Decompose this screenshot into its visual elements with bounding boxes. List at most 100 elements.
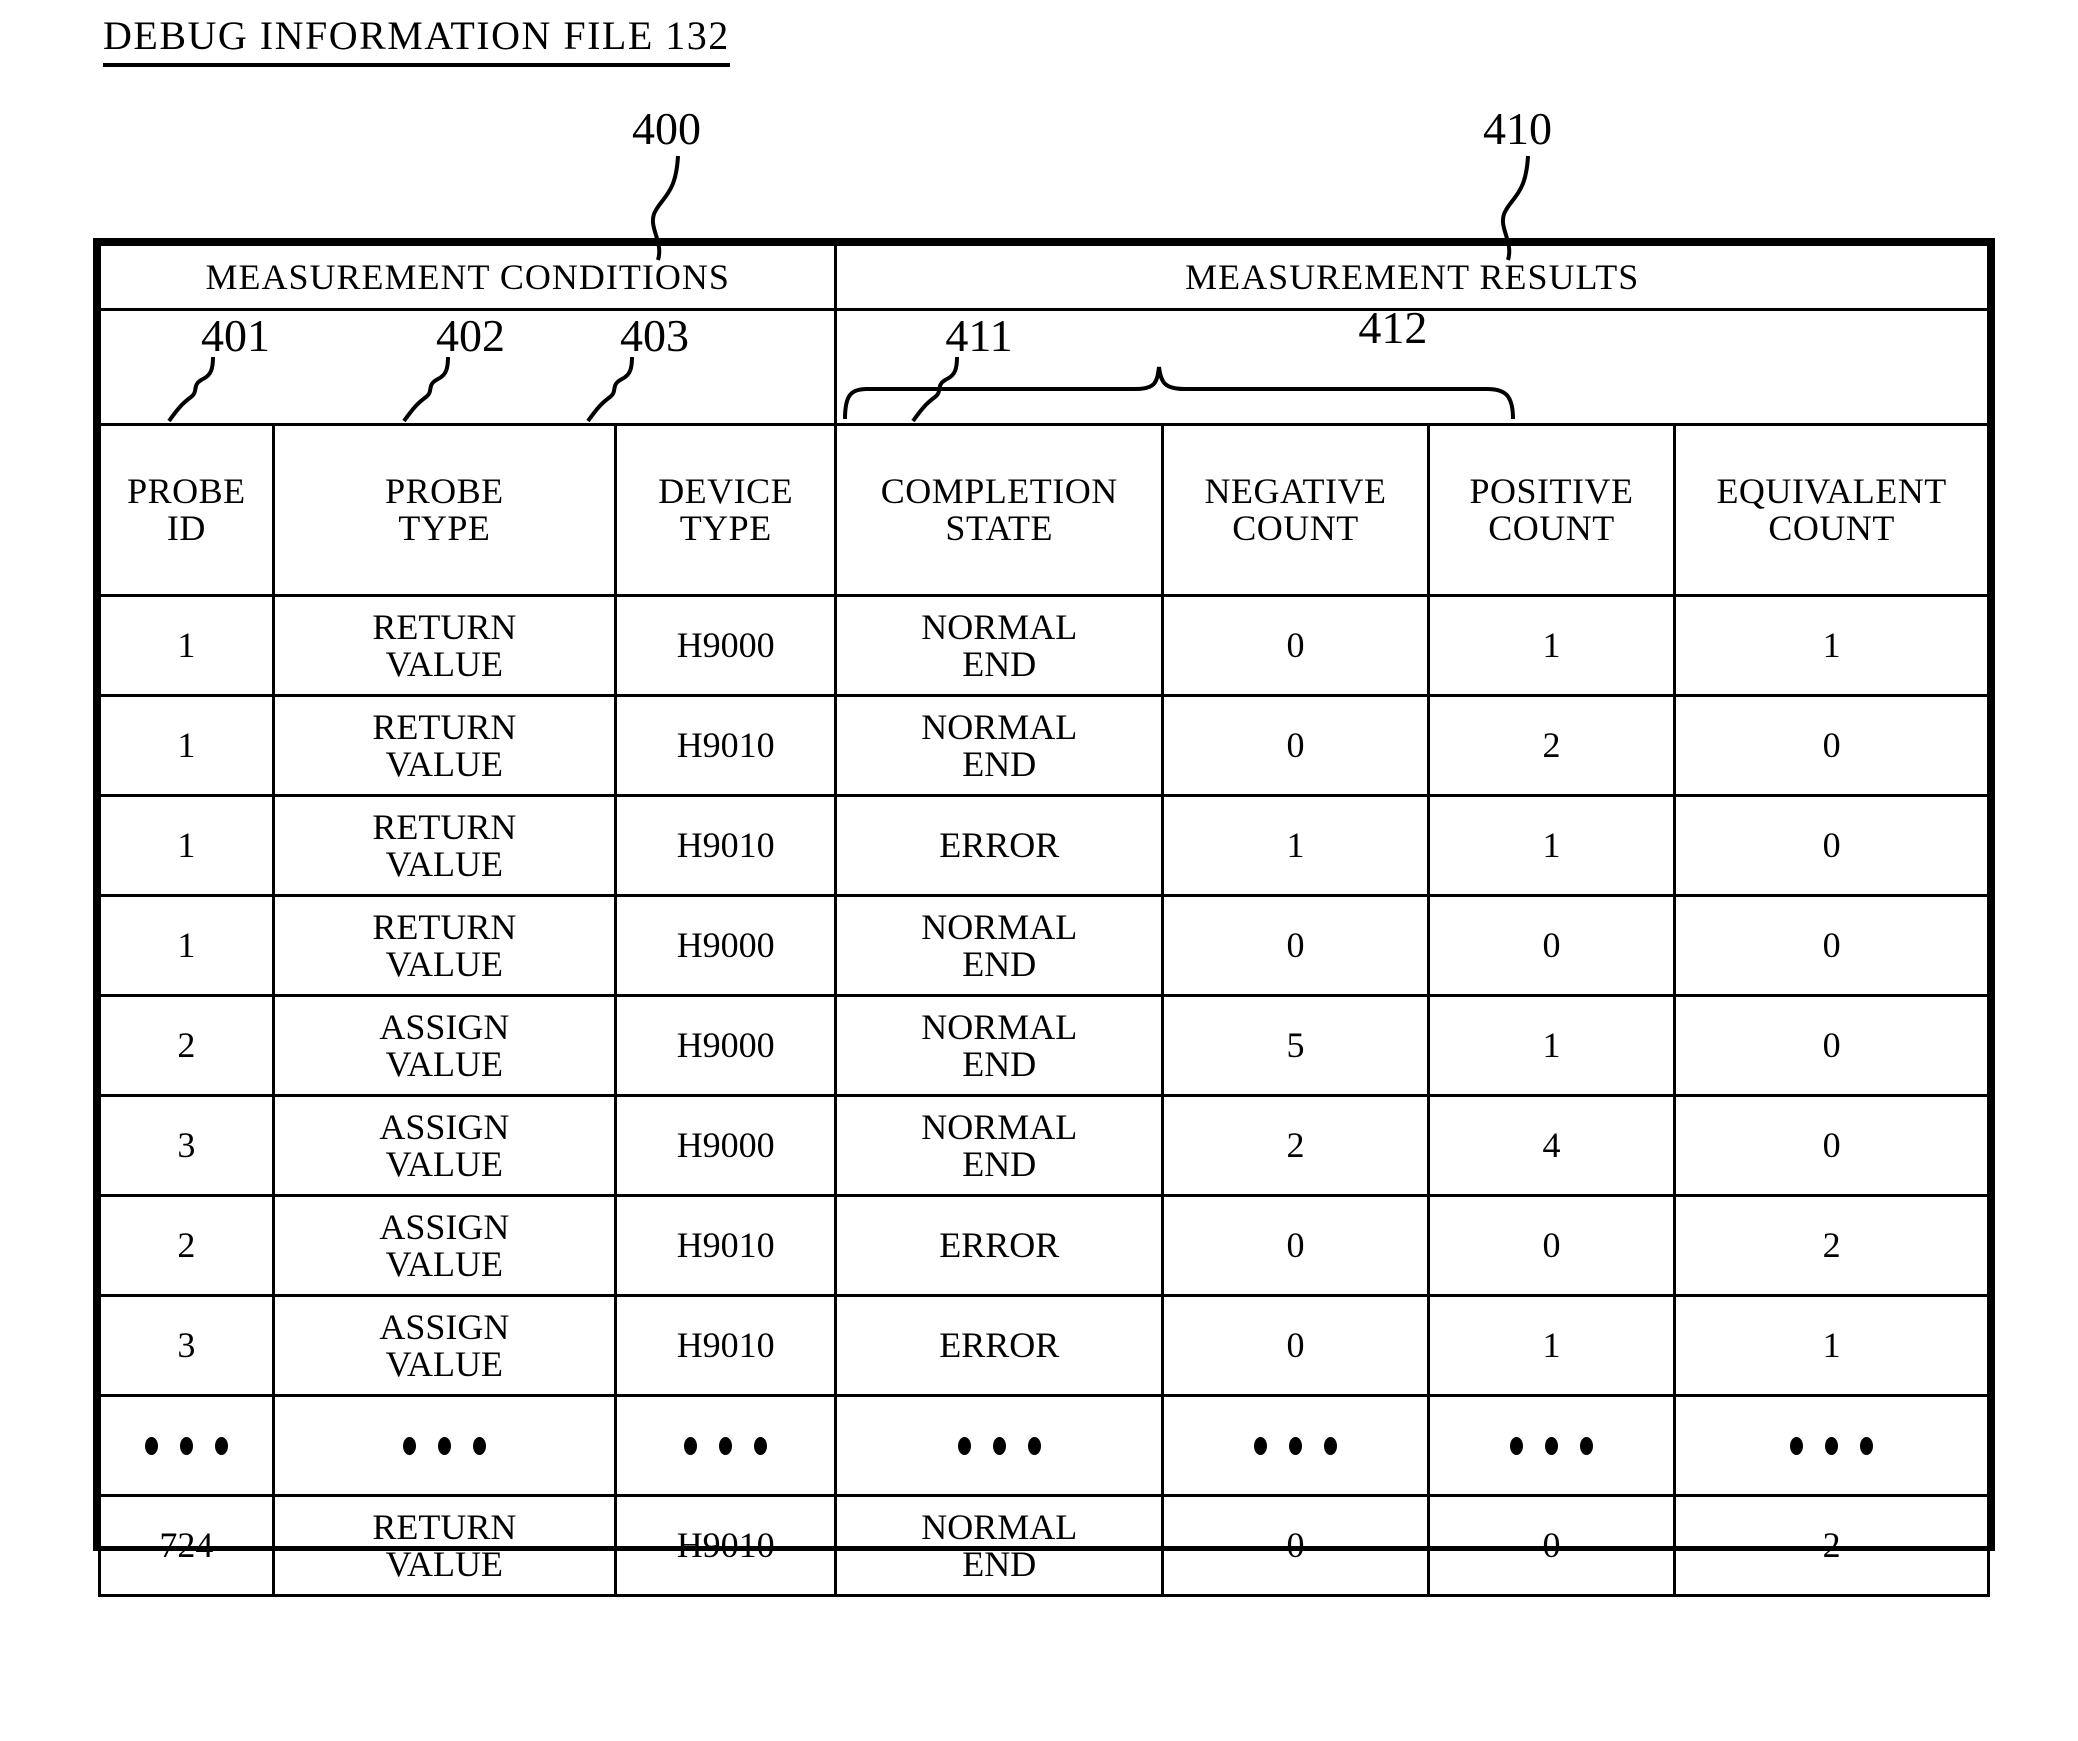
reference-band-left: 401 402 403 xyxy=(97,308,838,426)
cell-probe_id: 724 xyxy=(98,1494,275,1597)
cell-positive_count: 0 xyxy=(1426,1194,1677,1297)
column-header-equivalent-count: EQUIVALENT COUNT xyxy=(1673,423,1990,597)
cell-probe_type-line2: VALUE xyxy=(385,1543,504,1584)
cell-probe_id: 1 xyxy=(98,694,275,797)
cell-equivalent_count: 1 xyxy=(1673,1294,1990,1397)
ellipsis-dot xyxy=(402,1436,416,1455)
cell-completion_state-line1: NORMAL xyxy=(921,1106,1078,1147)
column-header-negative-count-line1: NEGATIVE xyxy=(1204,471,1387,512)
column-header-equivalent-count-line1: EQUIVALENT xyxy=(1716,471,1947,512)
column-header-completion-state-line2: STATE xyxy=(945,508,1054,548)
cell-positive_count: 0 xyxy=(1426,894,1677,997)
cell-probe_id: 1 xyxy=(98,894,275,997)
column-header-completion-state: COMPLETION STATE xyxy=(834,423,1165,597)
debug-information-table: MEASUREMENT CONDITIONS MEASUREMENT RESUL… xyxy=(93,238,1995,1597)
column-header-probe-type-line2: TYPE xyxy=(398,508,491,548)
cell-probe_type: ASSIGN VALUE xyxy=(271,1194,617,1297)
cell-probe_type-line2: VALUE xyxy=(385,1343,504,1384)
ellipsis-dot xyxy=(719,1436,733,1455)
cell-positive_count: 2 xyxy=(1426,694,1677,797)
cell-probe_type: ASSIGN VALUE xyxy=(271,1294,617,1397)
table-row: 3 ASSIGN VALUE H9010 ERROR 0 1 1 xyxy=(98,1294,1990,1397)
table-ellipsis-row xyxy=(98,1394,1990,1497)
cell-negative_count: 0 xyxy=(1161,1294,1430,1397)
ellipsis-dot xyxy=(754,1436,768,1455)
ellipsis-dot xyxy=(1027,1436,1041,1455)
ellipsis-dot xyxy=(1790,1436,1804,1455)
ellipsis-dot xyxy=(957,1436,971,1455)
cell-device_type xyxy=(613,1394,838,1497)
cell-probe_type-line1: ASSIGN xyxy=(379,1306,510,1347)
column-header-probe-type: PROBE TYPE xyxy=(271,423,617,597)
cell-device_type: H9010 xyxy=(613,694,838,797)
reference-band-right: 411 412 xyxy=(834,304,1990,426)
cell-device_type: H9010 xyxy=(613,794,838,897)
column-header-probe-id-line1: PROBE xyxy=(127,471,246,512)
cell-probe_id: 3 xyxy=(98,1094,275,1197)
ellipsis-dot xyxy=(1510,1436,1524,1455)
cell-probe_type-line2: VALUE xyxy=(385,1043,504,1084)
table-row: 1 RETURN VALUE H9000 NORMAL END 0 1 1 xyxy=(98,594,1990,697)
ellipsis-dot xyxy=(144,1436,158,1455)
figure-title: DEBUG INFORMATION FILE 132 xyxy=(103,12,730,67)
column-header-positive-count-line2: COUNT xyxy=(1488,508,1615,548)
cell-completion_state-line2: END xyxy=(962,943,1037,984)
cell-device_type: H9000 xyxy=(613,594,838,697)
cell-positive_count: 1 xyxy=(1426,594,1677,697)
cell-completion_state: NORMAL END xyxy=(834,894,1165,997)
column-header-negative-count: NEGATIVE COUNT xyxy=(1161,423,1430,597)
table-row: 1 RETURN VALUE H9010 NORMAL END 0 2 0 xyxy=(98,694,1990,797)
cell-probe_id: 2 xyxy=(98,994,275,1097)
table-row: 1 RETURN VALUE H9010 ERROR 1 1 0 xyxy=(98,794,1990,897)
group-header-measurement-conditions: MEASUREMENT CONDITIONS xyxy=(97,243,838,311)
ellipsis-dots xyxy=(617,1436,834,1455)
cell-equivalent_count: 0 xyxy=(1673,894,1990,997)
cell-probe_type-line2: VALUE xyxy=(385,843,504,884)
callout-410-label: 410 xyxy=(1483,103,1552,154)
table-row: 2 ASSIGN VALUE H9010 ERROR 0 0 2 xyxy=(98,1194,1990,1297)
column-header-probe-id: PROBE ID xyxy=(98,423,275,597)
cell-probe_type-line2: VALUE xyxy=(385,1143,504,1184)
column-header-row: PROBE ID PROBE TYPE DEVICE TYPE COMPLETI… xyxy=(98,423,1990,597)
ellipsis-dot xyxy=(1825,1436,1839,1455)
cell-negative_count: 0 xyxy=(1161,694,1430,797)
cell-equivalent_count: 0 xyxy=(1673,794,1990,897)
cell-completion_state: NORMAL END xyxy=(834,694,1165,797)
column-header-probe-type-line1: PROBE xyxy=(385,471,504,512)
callout-400-label: 400 xyxy=(632,103,701,154)
ref-411-label: 411 xyxy=(945,310,1013,361)
ref-402-label: 402 xyxy=(436,310,505,361)
cell-negative_count: 1 xyxy=(1161,794,1430,897)
ellipsis-dot xyxy=(214,1436,228,1455)
cell-device_type: H9010 xyxy=(613,1294,838,1397)
cell-probe_type: RETURN VALUE xyxy=(271,894,617,997)
cell-completion_state: ERROR xyxy=(834,794,1165,897)
column-header-device-type: DEVICE TYPE xyxy=(613,423,838,597)
ellipsis-dot xyxy=(1580,1436,1594,1455)
cell-probe_type-line1: RETURN xyxy=(372,806,517,847)
ref-401-leader-line xyxy=(167,356,215,423)
cell-negative_count: 2 xyxy=(1161,1094,1430,1197)
ellipsis-dots xyxy=(101,1436,272,1455)
ref-402-leader-line xyxy=(402,356,450,423)
ellipsis-dots xyxy=(1164,1436,1427,1455)
cell-positive_count: 1 xyxy=(1426,994,1677,1097)
cell-completion_state-line1: NORMAL xyxy=(921,606,1078,647)
cell-negative_count: 0 xyxy=(1161,1494,1430,1597)
cell-probe_id: 1 xyxy=(98,794,275,897)
cell-negative_count: 5 xyxy=(1161,994,1430,1097)
cell-positive_count: 0 xyxy=(1426,1494,1677,1597)
reference-number-row: 401 402 403 411 412 xyxy=(97,304,1990,426)
group-header-row: MEASUREMENT CONDITIONS MEASUREMENT RESUL… xyxy=(97,243,1990,311)
cell-probe_type-line1: ASSIGN xyxy=(379,1206,510,1247)
cell-probe_type-line1: RETURN xyxy=(372,906,517,947)
cell-probe_id: 3 xyxy=(98,1294,275,1397)
column-header-positive-count: POSITIVE COUNT xyxy=(1426,423,1677,597)
ellipsis-dot xyxy=(1288,1436,1302,1455)
cell-completion_state-line2: END xyxy=(962,1043,1037,1084)
ellipsis-dot xyxy=(472,1436,486,1455)
cell-equivalent_count: 0 xyxy=(1673,1094,1990,1197)
column-header-probe-id-line2: ID xyxy=(166,508,206,548)
ellipsis-dot xyxy=(437,1436,451,1455)
cell-completion_state: NORMAL END xyxy=(834,1494,1165,1597)
